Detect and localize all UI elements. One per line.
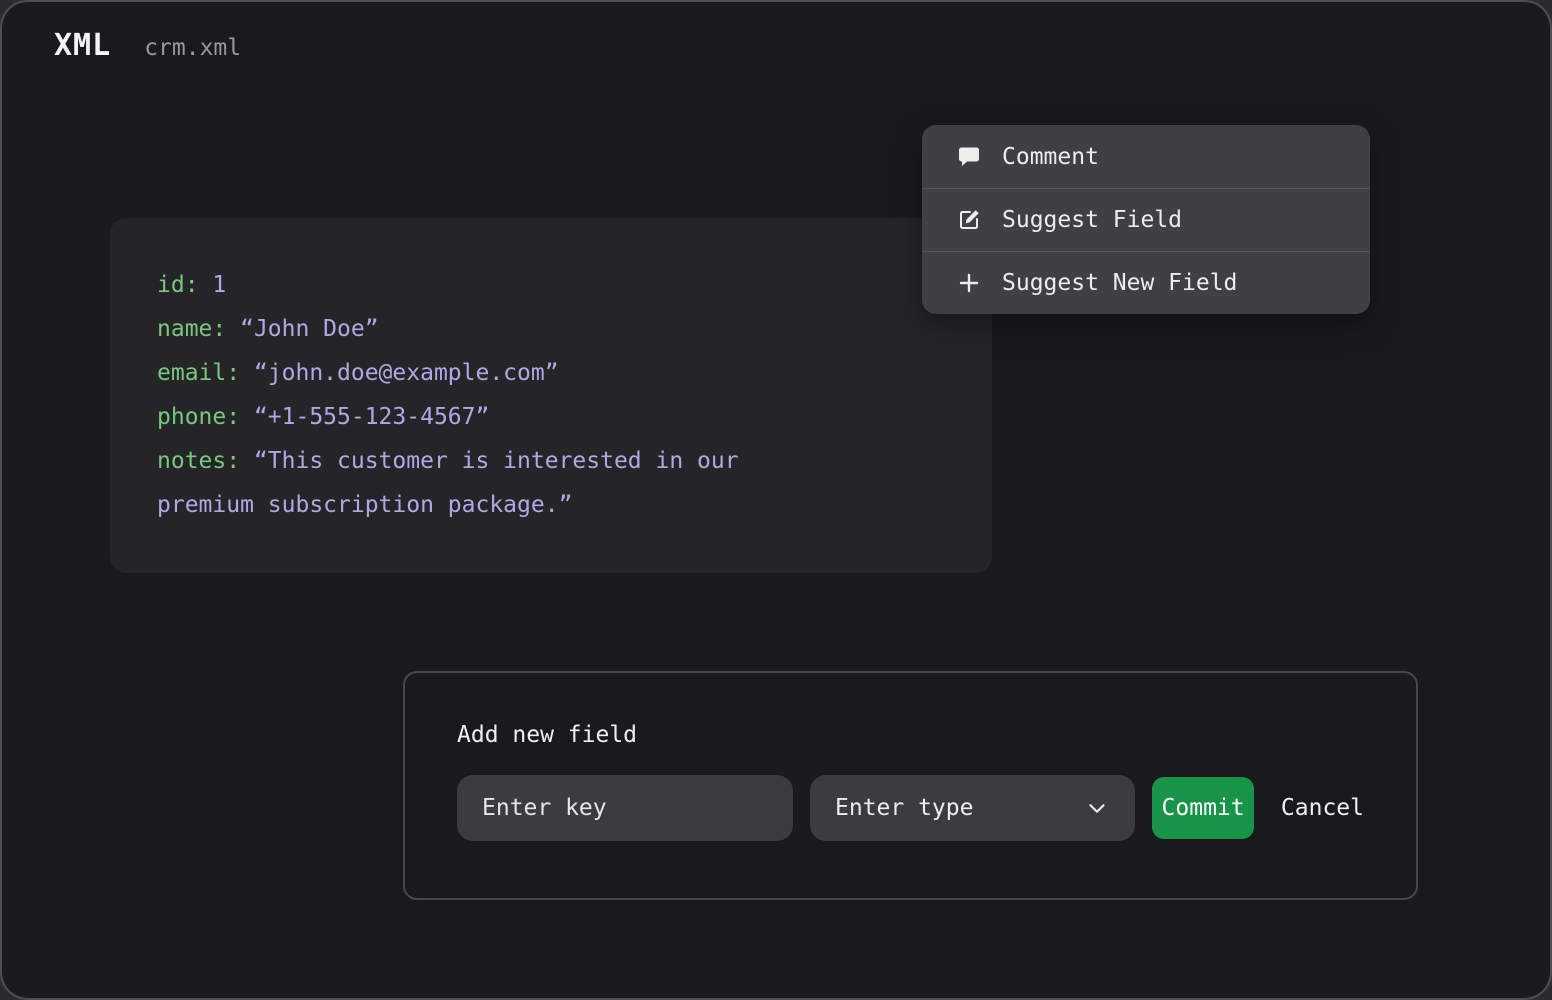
menu-item-comment[interactable]: Comment (922, 125, 1370, 188)
code-field-name[interactable]: name: “John Doe” (157, 307, 822, 351)
add-field-row: Enter type Commit Cancel (457, 775, 1364, 841)
code-field-phone[interactable]: phone: “+1-555-123-4567” (157, 395, 822, 439)
context-menu: Comment Suggest Field Suggest New Field (922, 125, 1370, 314)
menu-item-suggest-new-field[interactable]: Suggest New Field (922, 251, 1370, 314)
chevron-down-icon (1084, 795, 1110, 821)
xml-logo: XML (54, 28, 111, 63)
comment-icon (957, 145, 981, 169)
menu-item-label: Comment (1002, 144, 1099, 170)
xml-editor-window: XML crm.xml id: 1name: “John Doe”email: … (0, 0, 1552, 1000)
code-field-notes[interactable]: notes: “This customer is interested in o… (157, 439, 822, 527)
add-field-panel: Add new field Enter type Commit Cancel (403, 671, 1418, 900)
type-select-placeholder: Enter type (835, 795, 973, 821)
cancel-button[interactable]: Cancel (1281, 795, 1364, 821)
code-field-id[interactable]: id: 1 (157, 263, 822, 307)
plus-icon (957, 271, 981, 295)
header: XML crm.xml (54, 28, 241, 63)
code-lines: id: 1name: “John Doe”email: “john.doe@ex… (157, 263, 822, 527)
filename: crm.xml (144, 35, 241, 61)
commit-button[interactable]: Commit (1152, 777, 1254, 839)
menu-item-label: Suggest New Field (1002, 270, 1237, 296)
type-select[interactable]: Enter type (810, 775, 1135, 841)
code-field-email[interactable]: email: “john.doe@example.com” (157, 351, 822, 395)
menu-item-label: Suggest Field (1002, 207, 1182, 233)
edit-icon (957, 208, 981, 232)
key-input[interactable] (457, 775, 793, 841)
add-field-title: Add new field (457, 722, 1364, 748)
code-block: id: 1name: “John Doe”email: “john.doe@ex… (110, 218, 992, 573)
menu-item-suggest-field[interactable]: Suggest Field (922, 188, 1370, 251)
